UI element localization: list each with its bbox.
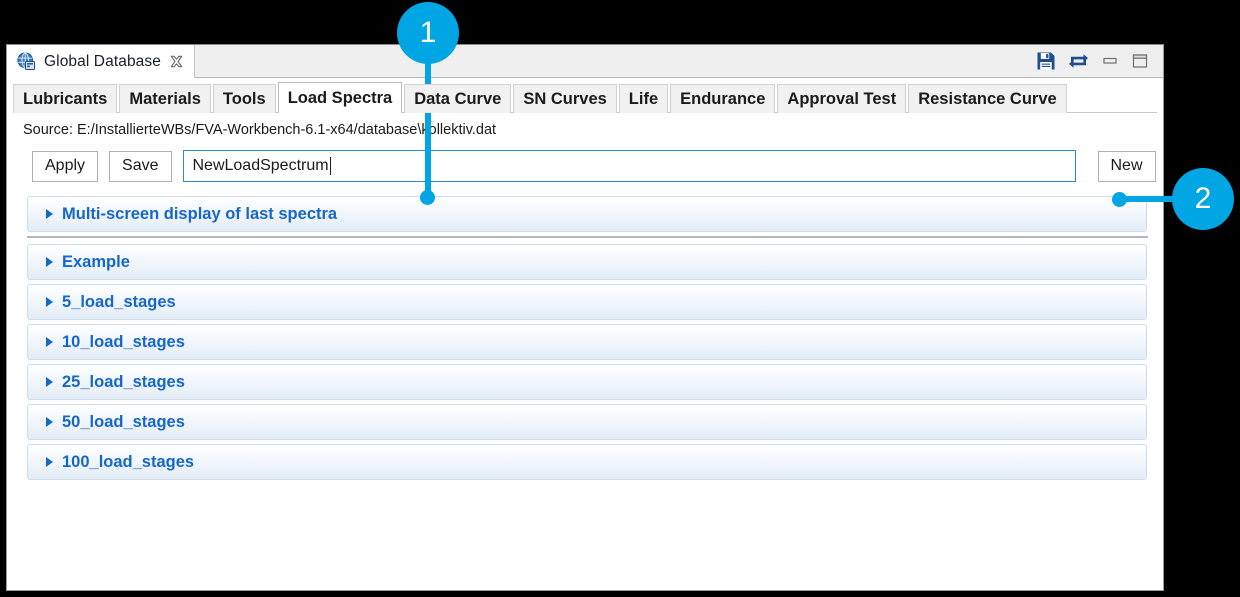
callout-1-line (425, 40, 431, 200)
section-25-load-stages[interactable]: 25_load_stages (27, 364, 1147, 400)
section-label: 10_load_stages (62, 333, 185, 352)
section-5-load-stages[interactable]: 5_load_stages (27, 284, 1147, 320)
tab-tools[interactable]: Tools (213, 84, 276, 113)
text-caret (330, 157, 331, 175)
view-tab-global-database[interactable]: Global Database (7, 45, 195, 78)
section-label: 5_load_stages (62, 293, 176, 312)
tab-label: Load Spectra (288, 89, 393, 108)
section-label: Multi-screen display of last spectra (62, 205, 337, 224)
name-input-value: NewLoadSpectrum (193, 157, 329, 175)
refresh-icon[interactable] (1068, 51, 1089, 71)
callout-1-dot (420, 190, 435, 205)
section-wrap: 10_load_stages (27, 324, 1163, 360)
view-tab-label: Global Database (44, 53, 161, 71)
section-50-load-stages[interactable]: 50_load_stages (27, 404, 1147, 440)
section-label: Example (62, 253, 130, 272)
screenshot-root: Global Database (0, 0, 1240, 597)
tab-materials[interactable]: Materials (119, 84, 211, 113)
section-label: 25_load_stages (62, 373, 185, 392)
tab-label: Materials (129, 90, 201, 109)
chevron-right-icon (46, 377, 53, 387)
tab-label: Endurance (680, 90, 765, 109)
view-tab-empty-space (195, 45, 1026, 77)
maximize-icon[interactable] (1131, 52, 1149, 70)
chevron-right-icon (46, 257, 53, 267)
view-tab-bar: Global Database (7, 45, 1163, 78)
section-100-load-stages[interactable]: 100_load_stages (27, 444, 1147, 480)
tab-label: Data Curve (414, 90, 501, 109)
tab-lubricants[interactable]: Lubricants (13, 84, 117, 113)
new-button[interactable]: New (1098, 151, 1156, 182)
global-database-globe-icon (17, 52, 36, 71)
tab-label: Tools (223, 90, 266, 109)
chevron-right-icon (46, 297, 53, 307)
close-icon[interactable] (169, 54, 184, 69)
chevron-right-icon (46, 337, 53, 347)
section-wrap: 50_load_stages (27, 404, 1163, 440)
chevron-right-icon (46, 417, 53, 427)
action-row: Apply Save NewLoadSpectrum New (7, 138, 1163, 182)
tab-label: Approval Test (787, 90, 896, 109)
global-database-view: Global Database (6, 44, 1164, 591)
section-wrap: 100_load_stages (27, 444, 1163, 480)
tab-label: Life (629, 90, 658, 109)
callout-2-number: 2 (1195, 182, 1212, 216)
name-input[interactable]: NewLoadSpectrum (183, 150, 1076, 182)
tab-life[interactable]: Life (619, 84, 668, 113)
save-icon[interactable] (1036, 51, 1056, 71)
callout-2-dot (1112, 192, 1127, 207)
section-label: 50_load_stages (62, 413, 185, 432)
tab-approval-test[interactable]: Approval Test (777, 84, 906, 113)
chevron-right-icon (46, 209, 53, 219)
tab-resistance-curve[interactable]: Resistance Curve (908, 84, 1067, 113)
tab-label: Resistance Curve (918, 90, 1057, 109)
load-spectra-section-list: Multi-screen display of last spectra Exa… (7, 182, 1163, 480)
database-tab-row: Lubricants Materials Tools Load Spectra … (13, 81, 1163, 113)
apply-button[interactable]: Apply (32, 151, 98, 182)
section-multi-screen-display[interactable]: Multi-screen display of last spectra (27, 196, 1147, 232)
section-wrap: Multi-screen display of last spectra (27, 196, 1163, 232)
source-path-label: Source: E:/InstallierteWBs/FVA-Workbench… (7, 113, 1163, 138)
section-wrap: Example (27, 244, 1163, 280)
tab-label: Lubricants (23, 90, 107, 109)
tab-sn-curves[interactable]: SN Curves (513, 84, 616, 113)
section-example[interactable]: Example (27, 244, 1147, 280)
tab-label: SN Curves (523, 90, 606, 109)
callout-1-number: 1 (420, 16, 437, 50)
callout-2-line (1118, 196, 1180, 202)
callout-2-badge: 2 (1172, 168, 1234, 230)
chevron-right-icon (46, 457, 53, 467)
tab-endurance[interactable]: Endurance (670, 84, 775, 113)
section-10-load-stages[interactable]: 10_load_stages (27, 324, 1147, 360)
load-spectra-panel: Source: E:/InstallierteWBs/FVA-Workbench… (7, 113, 1163, 480)
tab-data-curve[interactable]: Data Curve (404, 84, 511, 113)
view-toolbar (1026, 45, 1163, 77)
section-wrap: 5_load_stages (27, 284, 1163, 320)
section-wrap: 25_load_stages (27, 364, 1163, 400)
section-divider (27, 236, 1148, 238)
callout-1-badge: 1 (397, 2, 459, 64)
save-button[interactable]: Save (109, 151, 171, 182)
minimize-icon[interactable] (1101, 52, 1119, 70)
section-label: 100_load_stages (62, 453, 194, 472)
tab-load-spectra[interactable]: Load Spectra (278, 82, 403, 113)
